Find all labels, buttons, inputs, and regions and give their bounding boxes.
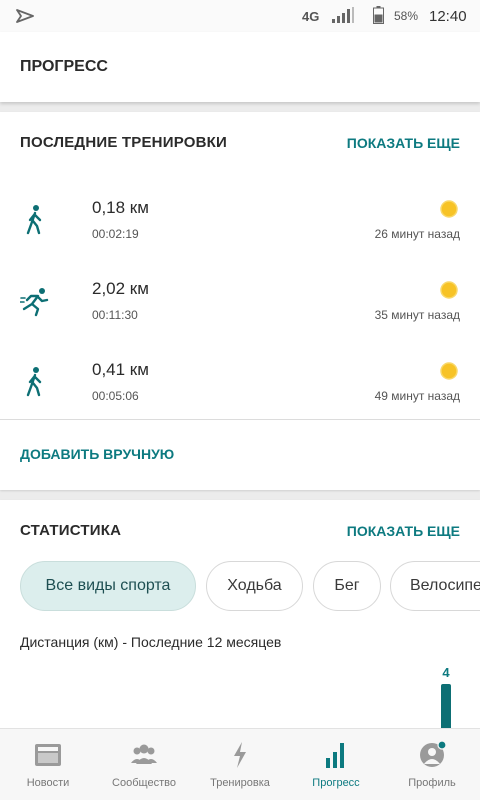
battery-level: 58% [394,9,419,23]
profile-icon [420,741,447,767]
workout-duration: 00:05:06 [92,389,139,403]
app-header: ПРОГРЕСС [0,32,480,102]
statistics-title: СТАТИСТИКА [20,522,122,539]
statistics-card: СТАТИСТИКА ПОКАЗАТЬ ЕЩЕ Все виды спорта … [0,500,480,728]
nav-label: Сообщество [112,777,176,789]
nav-community[interactable]: Сообщество [96,729,192,800]
workout-distance: 0,41 км [92,360,149,379]
divider [0,419,480,420]
nav-label: Профиль [408,777,456,789]
recent-workouts-card: ПОСЛЕДНИЕ ТРЕНИРОВКИ ПОКАЗАТЬ ЕЩЕ 0,18 к… [0,112,480,490]
workout-time-ago: 26 минут назад [374,227,460,241]
page-title: ПРОГРЕСС [20,58,108,75]
nav-label: Прогресс [312,777,360,789]
workout-distance: 2,02 км [92,279,149,298]
signal-icon [332,7,354,23]
recent-show-more-link[interactable]: ПОКАЗАТЬ ЕЩЕ [347,135,460,151]
nav-workout[interactable]: Тренировка [192,729,288,800]
chart-bar [441,684,451,728]
workout-row[interactable]: 2,02 км 00:11:30 35 минут назад [0,265,480,345]
add-manually-button[interactable]: ДОБАВИТЬ ВРУЧНУЮ [20,446,174,462]
chip-walking[interactable]: Ходьба [206,561,303,611]
battery-icon [373,6,384,24]
lightning-icon [234,742,246,768]
chip-all-sports[interactable]: Все виды спорта [20,561,196,611]
nav-news[interactable]: Новости [0,729,96,800]
recent-workouts-title: ПОСЛЕДНИЕ ТРЕНИРОВКИ [20,134,227,151]
clock: 12:40 [429,8,467,25]
status-bar: 4G 58% 12:40 [0,0,480,32]
workout-time-ago: 49 минут назад [374,389,460,403]
stats-show-more-link[interactable]: ПОКАЗАТЬ ЕЩЕ [347,523,460,539]
chip-cycling[interactable]: Велосипед [390,561,480,611]
nav-progress[interactable]: Прогресс [288,729,384,800]
running-icon [20,288,49,317]
sport-filter-chips: Все виды спорта Ходьба Бег Велосипед [0,561,480,613]
news-icon [35,744,61,766]
nav-label: Новости [26,777,70,789]
chip-running[interactable]: Бег [313,561,381,611]
workout-row[interactable]: 0,41 км 00:05:06 49 минут назад [0,346,480,426]
workout-row[interactable]: 0,18 км 00:02:19 26 минут назад [0,184,480,264]
walking-icon [26,205,42,235]
navigation-arrow-icon [16,9,34,23]
chart-caption: Дистанция (км) - Последние 12 месяцев [20,634,282,650]
walking-icon [26,367,42,397]
nav-label: Тренировка [210,777,270,789]
workout-duration: 00:11:30 [92,308,138,322]
bar-value-label: 4 [442,665,450,680]
community-icon [131,744,157,764]
workout-distance: 0,18 км [92,198,149,217]
nav-profile[interactable]: Профиль [384,729,480,800]
sun-icon [440,281,458,299]
sun-icon [440,200,458,218]
network-type: 4G [302,9,320,24]
bar-chart-icon [326,743,344,768]
workout-time-ago: 35 минут назад [374,308,460,322]
sun-icon [440,362,458,380]
bottom-navigation: Новости Сообщество Тренировка Прогресс П… [0,728,480,800]
workout-duration: 00:02:19 [92,227,139,241]
